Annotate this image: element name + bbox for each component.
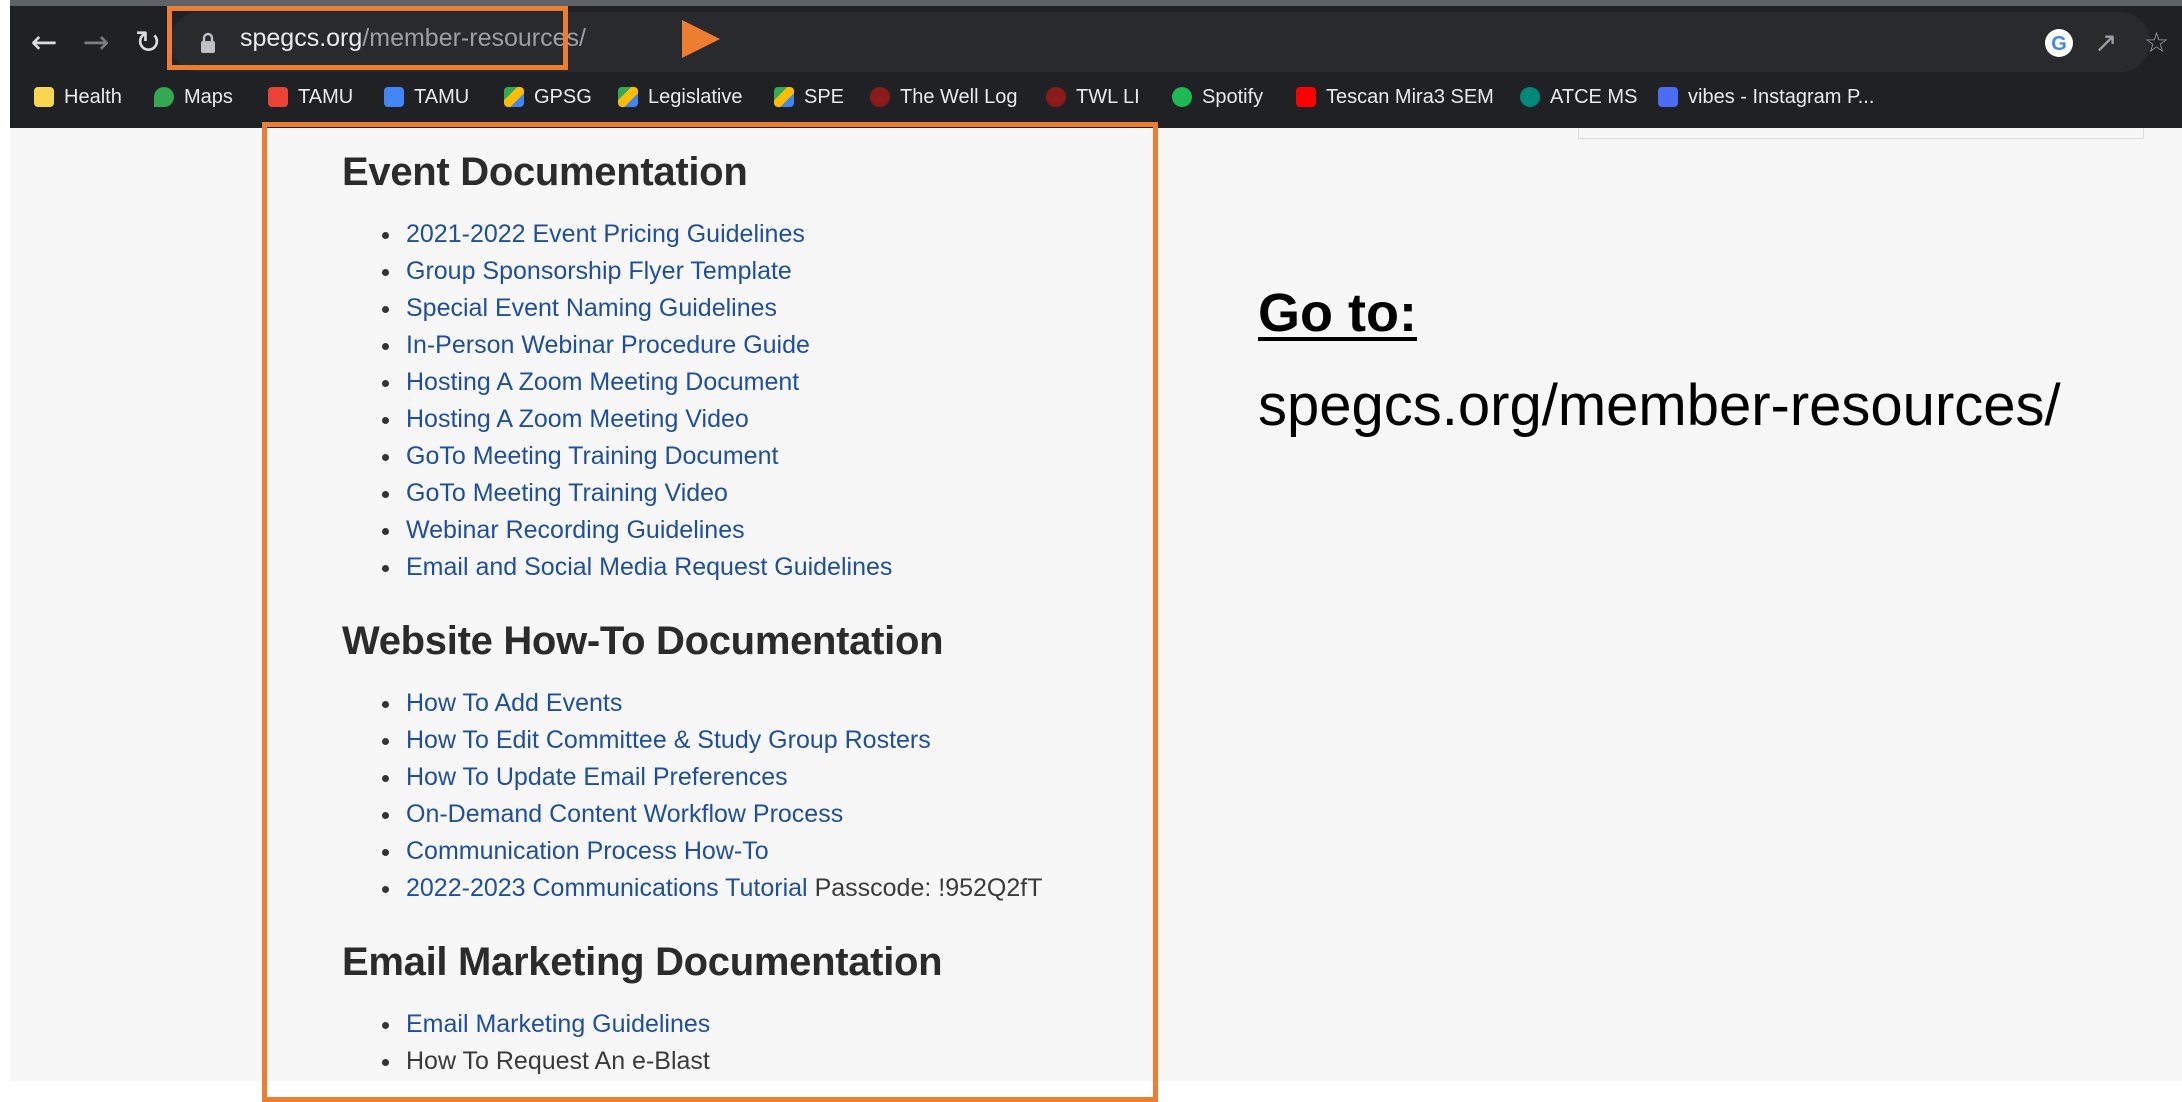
folder-icon [34, 87, 54, 107]
annotation-url: spegcs.org/member-resources/ [1258, 373, 2061, 438]
bookmark-label: ATCE MS [1550, 85, 1638, 108]
bookmark-label: Legislative [648, 85, 743, 108]
drive-icon [774, 87, 794, 107]
spotify-icon [1172, 87, 1192, 107]
youtube-icon [1296, 87, 1316, 107]
bookmark-item[interactable]: TWL LI [1046, 82, 1140, 112]
bookmark-label: SPE [804, 85, 845, 108]
highlight-frame [262, 122, 1158, 1102]
bookmark-item[interactable]: ATCE MS [1520, 82, 1637, 112]
bookmark-label: Tescan Mira3 SEM [1326, 85, 1494, 108]
bookmark-label: TWL LI [1076, 85, 1140, 108]
bookmark-item[interactable]: Maps [154, 82, 233, 112]
bookmarks-bar: Health Maps TAMU TAMU GPSG Legislative S… [10, 76, 2182, 118]
bookmark-label: Maps [184, 85, 233, 108]
bookmark-label: Health [64, 85, 122, 108]
svg-text:G: G [2051, 33, 2067, 55]
bookmark-label: Spotify [1202, 85, 1264, 108]
url-highlight-box [167, 6, 568, 70]
bookmark-item[interactable]: Health [34, 82, 122, 112]
bookmark-item[interactable]: TAMU [384, 82, 469, 112]
bookmark-label: TAMU [298, 85, 354, 108]
share-icon[interactable]: ↗ [2094, 26, 2117, 59]
bookmark-label: TAMU [414, 85, 470, 108]
annotation-heading: Go to: [1258, 283, 1417, 343]
heart-icon [1658, 87, 1678, 107]
bookmark-item[interactable]: TAMU [268, 82, 353, 112]
reload-icon[interactable]: ↻ [128, 22, 168, 62]
bookmark-label: vibes - Instagram P... [1688, 85, 1875, 108]
well-log-icon [870, 87, 890, 107]
well-log-icon [1046, 87, 1066, 107]
back-icon[interactable]: ← [24, 22, 64, 62]
drive-icon [504, 87, 524, 107]
sidebar-card-edge [1578, 128, 2144, 139]
star-icon[interactable]: ☆ [2144, 26, 2169, 59]
calendar-icon [384, 87, 404, 107]
atce-icon [1520, 87, 1540, 107]
bookmark-label: GPSG [534, 85, 592, 108]
drive-icon [618, 87, 638, 107]
gmail-icon [268, 87, 288, 107]
bookmark-item[interactable]: Tescan Mira3 SEM [1296, 82, 1494, 112]
bookmark-label: The Well Log [900, 85, 1018, 108]
forward-icon[interactable]: → [76, 22, 116, 62]
maps-icon [154, 87, 174, 107]
window-left-edge [0, 0, 10, 1081]
pointer-arrow-icon [682, 20, 720, 58]
bookmark-item[interactable]: Spotify [1172, 82, 1263, 112]
bookmark-item[interactable]: GPSG [504, 82, 592, 112]
google-icon[interactable]: G [2044, 28, 2074, 58]
bookmark-item[interactable]: Legislative [618, 82, 743, 112]
bookmark-item[interactable]: vibes - Instagram P... [1658, 82, 1874, 112]
bookmark-item[interactable]: The Well Log [870, 82, 1017, 112]
bookmark-item[interactable]: SPE [774, 82, 844, 112]
